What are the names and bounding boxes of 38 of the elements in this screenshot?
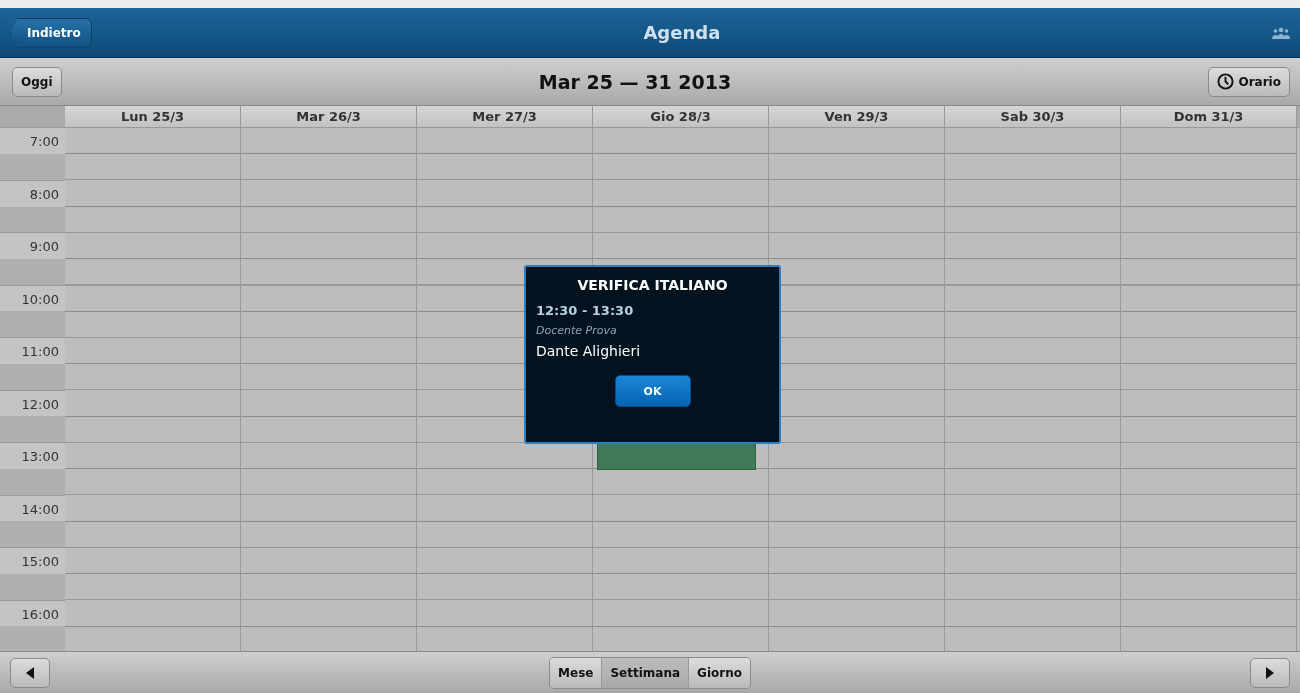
hour-label: 12:00 [0, 389, 65, 442]
day-header: Sab 30/3 [945, 105, 1121, 127]
page-title: Agenda [643, 22, 721, 43]
hour-label: 14:00 [0, 494, 65, 547]
event-subject: Dante Alighieri [536, 343, 642, 359]
hour-label: 15:00 [0, 547, 65, 600]
day-header: Mar 26/3 [241, 105, 417, 127]
hour-label: 8:00 [0, 179, 65, 232]
day-header: Ven 29/3 [769, 105, 945, 127]
hour-label: 16:00 [0, 599, 65, 651]
hour-label: 13:00 [0, 442, 65, 495]
hour-label: 10:00 [0, 284, 65, 337]
event-title: VERIFICA ITALIANO [576, 277, 729, 293]
event-time: 12:30 - 13:30 [536, 303, 635, 318]
day-header: Mer 27/3 [417, 105, 593, 127]
next-button[interactable] [1250, 657, 1290, 688]
grid-corner [1297, 105, 1300, 127]
schedule-button[interactable]: Orario [1208, 66, 1290, 97]
day-header: Gio 28/3 [593, 105, 769, 127]
view-tab[interactable]: Mese [550, 657, 603, 688]
right-arrow-icon [1266, 666, 1274, 679]
ok-button[interactable]: OK [614, 375, 691, 407]
today-button[interactable]: Oggi [12, 66, 62, 97]
people-icon[interactable] [1272, 26, 1290, 39]
date-range: Mar 25 — 31 2013 [538, 70, 732, 93]
clock-icon [1217, 73, 1235, 90]
back-button[interactable]: Indietro [10, 17, 92, 48]
day-header: Lun 25/3 [65, 105, 241, 127]
grid-corner [0, 105, 65, 127]
view-tab[interactable]: Giorno [689, 657, 750, 688]
left-arrow-icon [26, 666, 34, 679]
hour-label: 7:00 [0, 127, 65, 180]
hour-label: 9:00 [0, 232, 65, 285]
view-tab[interactable]: Settimana [602, 657, 690, 688]
hour-label: 11:00 [0, 337, 65, 390]
event-teacher: Docente Prova [536, 324, 618, 337]
day-header: Dom 31/3 [1121, 105, 1297, 127]
previous-button[interactable] [10, 657, 50, 688]
